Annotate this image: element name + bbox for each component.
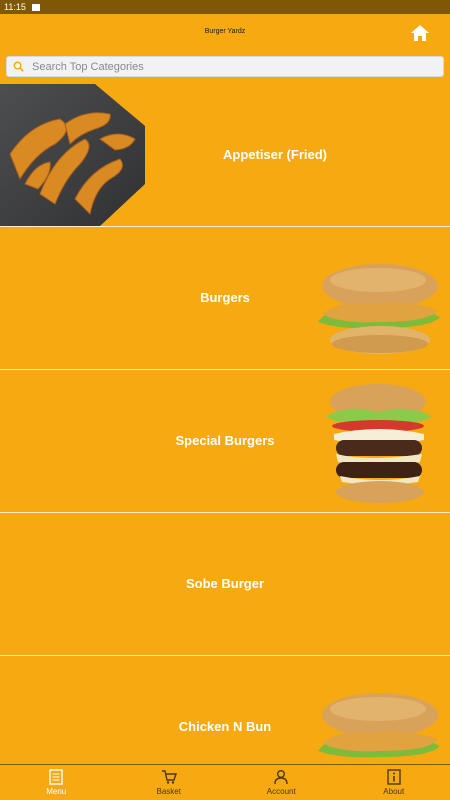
- app-header: Burger Yardz: [0, 14, 450, 54]
- info-icon: [387, 769, 401, 785]
- category-label: Burgers: [200, 290, 250, 305]
- category-chicken-n-bun[interactable]: Chicken N Bun: [0, 656, 450, 764]
- category-label: Sobe Burger: [185, 576, 264, 591]
- category-label: Special Burgers: [175, 433, 275, 448]
- status-time: 11:15: [4, 2, 26, 12]
- tab-account[interactable]: Account: [225, 765, 338, 800]
- category-sobe-burger[interactable]: Sobe Burger: [0, 513, 450, 656]
- bottom-tab-bar: Menu Basket Account About: [0, 764, 450, 800]
- category-burgers[interactable]: Burgers: [0, 227, 450, 370]
- tab-label: Menu: [46, 787, 67, 796]
- basket-icon: [161, 770, 177, 784]
- tab-label: Basket: [156, 787, 181, 796]
- category-list: Appetiser (Fried) Burgers Special Burger…: [0, 84, 450, 764]
- menu-icon: [49, 769, 63, 785]
- status-bar: 11:15: [0, 0, 450, 14]
- search-icon: [13, 61, 24, 72]
- search-bar[interactable]: [6, 56, 444, 77]
- tab-about[interactable]: About: [338, 765, 450, 800]
- home-icon: [411, 25, 429, 41]
- tab-menu[interactable]: Menu: [0, 765, 113, 800]
- category-label: Chicken N Bun: [178, 719, 272, 734]
- chicken-burger-image: [318, 264, 440, 354]
- category-label: Appetiser (Fried): [222, 147, 327, 162]
- tab-label: Account: [266, 787, 296, 796]
- category-special-burgers[interactable]: Special Burgers: [0, 370, 450, 513]
- search-input[interactable]: [32, 60, 412, 73]
- image-notification-icon: [31, 3, 40, 11]
- home-button[interactable]: [410, 23, 430, 43]
- category-appetiser-fried[interactable]: Appetiser (Fried): [0, 84, 450, 227]
- tab-basket[interactable]: Basket: [113, 765, 226, 800]
- tab-label: About: [383, 787, 405, 796]
- account-icon: [274, 770, 288, 785]
- app-title: Burger Yardz: [204, 28, 246, 35]
